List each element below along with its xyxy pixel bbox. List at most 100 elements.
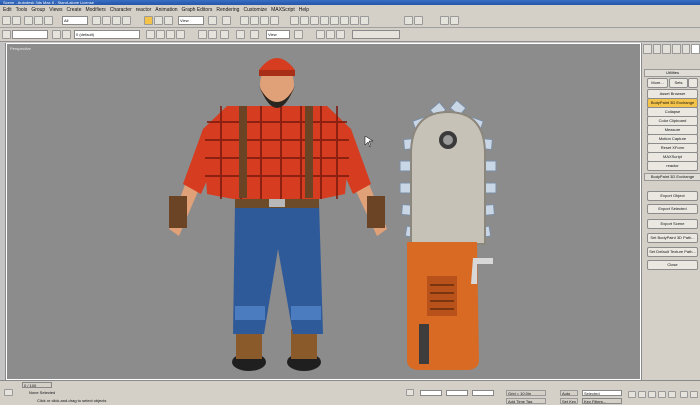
menu-item-maxscript[interactable]: MAXScript [271, 7, 295, 13]
manipulate-icon[interactable] [222, 16, 231, 25]
selected-combo[interactable]: Selected [582, 390, 622, 396]
schematic-view-icon[interactable] [330, 16, 339, 25]
select-by-name-icon[interactable] [102, 16, 111, 25]
bind-spacewarp-icon[interactable] [44, 16, 53, 25]
unlink-icon[interactable] [34, 16, 43, 25]
z-coordinate-field[interactable] [472, 390, 494, 396]
view-combo[interactable]: View [266, 30, 290, 39]
link-icon[interactable] [24, 16, 33, 25]
maxscript-listener-icon[interactable] [4, 389, 13, 396]
menu-item-character[interactable]: Character [110, 7, 132, 13]
utilities-tab-icon[interactable] [691, 44, 700, 54]
chainsaw-prop[interactable] [399, 99, 497, 370]
utilities-rollout-header[interactable]: Utilities [644, 69, 700, 77]
layer-manager-icon[interactable] [310, 16, 319, 25]
rectangular-selection-icon[interactable] [112, 16, 121, 25]
menu-item-modifiers[interactable]: Modifiers [85, 7, 105, 13]
more-button[interactable]: More... [647, 78, 668, 88]
layer-combo[interactable]: 0 (default) [74, 30, 140, 39]
display-icon[interactable] [198, 30, 207, 39]
menu-item-tools[interactable]: Tools [16, 7, 28, 13]
select-and-rotate-icon[interactable] [154, 16, 163, 25]
time-slider[interactable]: 0 / 100 [22, 382, 52, 388]
display-icon-2[interactable] [208, 30, 217, 39]
menu-item-help[interactable]: Help [299, 7, 309, 13]
menu-item-customize[interactable]: Customize [243, 7, 267, 13]
undo-icon[interactable] [2, 16, 11, 25]
hierarchy-tab-icon[interactable] [662, 44, 672, 54]
select-layer-icon[interactable] [166, 30, 175, 39]
add-to-layer-icon[interactable] [156, 30, 165, 39]
material-editor-icon[interactable] [340, 16, 349, 25]
exchange-rollout-header[interactable]: BodyPaint 3D Exchange [644, 173, 700, 181]
sets-button[interactable]: Sets [669, 78, 688, 88]
slider-combo[interactable] [352, 30, 400, 39]
modify-tab-icon[interactable] [652, 44, 662, 54]
mirror-icon[interactable] [290, 16, 299, 25]
select-object-icon[interactable] [92, 16, 101, 25]
curve-editor-icon[interactable] [320, 16, 329, 25]
go-to-start-icon[interactable] [628, 391, 636, 398]
zoom-all-icon[interactable] [326, 30, 335, 39]
window-crossing-icon[interactable] [122, 16, 131, 25]
exchange-button-export-object[interactable]: Export Object [647, 191, 698, 201]
bone-icon[interactable] [250, 30, 259, 39]
toolbar-extra-icon-2[interactable] [450, 16, 459, 25]
reference-coord-combo[interactable]: View [178, 16, 204, 25]
menu-item-animation[interactable]: Animation [155, 7, 177, 13]
layer-icon[interactable] [52, 30, 61, 39]
utility-button-reactor[interactable]: reactor [647, 161, 698, 171]
quick-render-icon[interactable] [360, 16, 369, 25]
select-and-move-icon[interactable] [144, 16, 153, 25]
lumberjack-character[interactable] [169, 58, 387, 371]
add-time-tag-button[interactable]: Add Time Tag [506, 398, 546, 404]
menu-item-edit[interactable]: Edit [3, 7, 12, 13]
configure-sets-icon[interactable] [688, 78, 698, 88]
exchange-button-set-default-texture-path[interactable]: Set Default Texture Path... [647, 247, 698, 257]
constraint-icon[interactable] [294, 30, 303, 39]
pivot-center-icon[interactable] [208, 16, 217, 25]
zoom-extents-icon[interactable] [680, 391, 688, 398]
play-icon[interactable] [648, 391, 656, 398]
set-current-layer-icon[interactable] [176, 30, 185, 39]
render-scene-icon[interactable] [350, 16, 359, 25]
teapot-icon[interactable] [404, 16, 413, 25]
menu-item-graph-editors[interactable]: Graph Editors [182, 7, 213, 13]
go-to-end-icon[interactable] [668, 391, 676, 398]
exchange-button-export-scene[interactable]: Export Scene [647, 219, 698, 229]
motion-tab-icon[interactable] [672, 44, 681, 54]
select-and-scale-icon[interactable] [164, 16, 173, 25]
key-filters-button[interactable]: Key Filters... [582, 398, 622, 404]
named-selection-combo[interactable] [12, 30, 48, 39]
redo-icon[interactable] [12, 16, 21, 25]
lock-selection-icon[interactable] [406, 389, 414, 396]
next-frame-icon[interactable] [658, 391, 666, 398]
snap-toggle-icon[interactable] [240, 16, 249, 25]
render-last-icon[interactable] [414, 16, 423, 25]
exchange-button-export-selected[interactable]: Export Selected [647, 204, 698, 214]
selection-filter-combo[interactable]: All [62, 16, 88, 25]
menu-item-views[interactable]: Views [49, 7, 62, 13]
set-key-button[interactable]: Set Key [560, 398, 578, 404]
angle-snap-icon[interactable] [250, 16, 259, 25]
menu-item-group[interactable]: Group [31, 7, 45, 13]
create-tab-icon[interactable] [643, 44, 652, 54]
pan-icon[interactable] [336, 30, 345, 39]
shade-icon[interactable] [220, 30, 229, 39]
menu-item-create[interactable]: Create [66, 7, 81, 13]
display-tab-icon[interactable] [681, 44, 691, 54]
align-icon[interactable] [300, 16, 309, 25]
exchange-button-set-bodypaint-3d-path[interactable]: Set BodyPaint 3D Path... [647, 233, 698, 243]
perspective-viewport[interactable]: Perspective [6, 43, 641, 380]
new-layer-icon[interactable] [146, 30, 155, 39]
history-icon[interactable] [2, 30, 11, 39]
x-coordinate-field[interactable] [420, 390, 442, 396]
layer-visibility-icon[interactable] [62, 30, 71, 39]
auto-key-button[interactable]: Auto Key [560, 390, 578, 396]
wire-icon[interactable] [236, 30, 245, 39]
pan-view-icon[interactable] [690, 391, 698, 398]
menu-item-reactor[interactable]: reactor [136, 7, 152, 13]
y-coordinate-field[interactable] [446, 390, 468, 396]
close-button[interactable]: Close [647, 260, 698, 270]
zoom-icon[interactable] [316, 30, 325, 39]
